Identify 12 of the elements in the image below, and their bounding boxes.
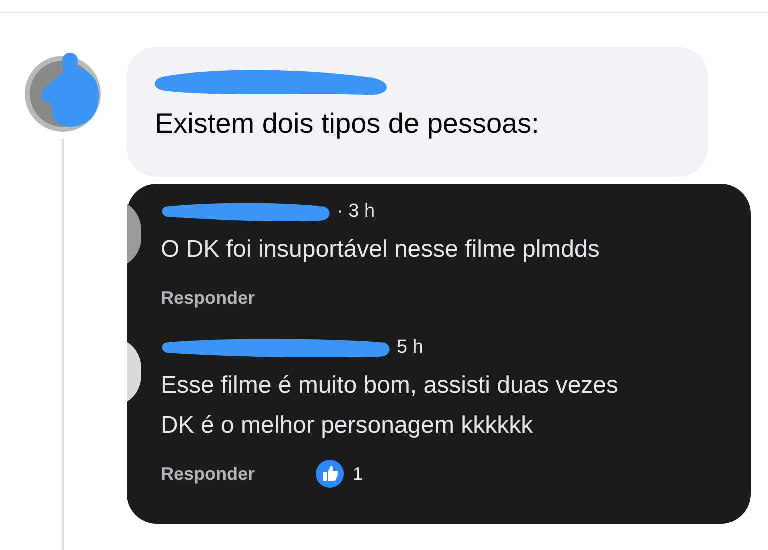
avatar — [127, 342, 141, 402]
timestamp: 5 h — [397, 336, 424, 360]
reply-button[interactable]: Responder — [161, 460, 256, 488]
like-icon — [315, 459, 346, 489]
like-count: 1 — [353, 462, 364, 486]
reply-text: DK é o melhor personagem kkkkkk — [161, 411, 534, 441]
reply-text: O DK foi insuportável nesse filme plmdds — [161, 235, 601, 265]
timestamp: · 3 h — [337, 200, 376, 224]
reply-button[interactable]: Responder — [161, 284, 256, 312]
reply-text: Esse filme é muito bom, assisti duas vezes — [161, 371, 620, 401]
avatar — [127, 204, 141, 264]
comment-text: Existem dois tipos de pessoas: — [155, 107, 540, 141]
